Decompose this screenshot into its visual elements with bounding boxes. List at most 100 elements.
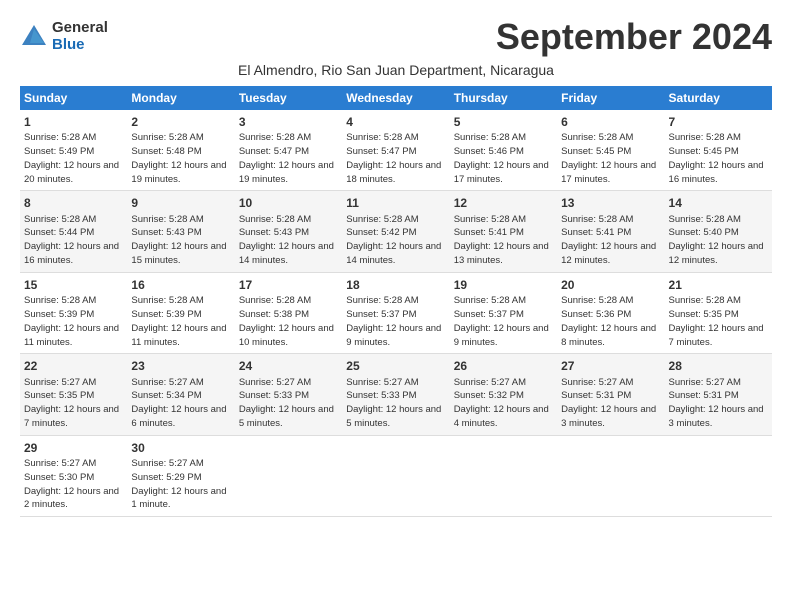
day-number: 19 [454, 277, 553, 293]
day-number: 6 [561, 114, 660, 130]
day-info: Sunrise: 5:28 AMSunset: 5:44 PMDaylight:… [24, 214, 119, 266]
day-number: 25 [346, 358, 445, 374]
day-number: 14 [669, 195, 768, 211]
list-item: 12 Sunrise: 5:28 AMSunset: 5:41 PMDayligh… [450, 191, 557, 272]
day-number: 22 [24, 358, 123, 374]
day-info: Sunrise: 5:28 AMSunset: 5:39 PMDaylight:… [131, 295, 226, 347]
list-item: 27 Sunrise: 5:27 AMSunset: 5:31 PMDayligh… [557, 354, 664, 435]
month-title: September 2024 [496, 16, 772, 58]
day-number: 13 [561, 195, 660, 211]
day-info: Sunrise: 5:28 AMSunset: 5:47 PMDaylight:… [239, 132, 334, 184]
table-row: 15 Sunrise: 5:28 AMSunset: 5:39 PMDayligh… [20, 272, 772, 353]
day-number: 8 [24, 195, 123, 211]
day-info: Sunrise: 5:27 AMSunset: 5:32 PMDaylight:… [454, 377, 549, 429]
day-info: Sunrise: 5:28 AMSunset: 5:40 PMDaylight:… [669, 214, 764, 266]
list-item: 7 Sunrise: 5:28 AMSunset: 5:45 PMDaylight… [665, 110, 772, 191]
day-number: 11 [346, 195, 445, 211]
day-info: Sunrise: 5:27 AMSunset: 5:31 PMDaylight:… [669, 377, 764, 429]
col-tuesday: Tuesday [235, 86, 342, 110]
list-item [450, 435, 557, 516]
col-wednesday: Wednesday [342, 86, 449, 110]
list-item [342, 435, 449, 516]
list-item: 28 Sunrise: 5:27 AMSunset: 5:31 PMDayligh… [665, 354, 772, 435]
list-item: 25 Sunrise: 5:27 AMSunset: 5:33 PMDayligh… [342, 354, 449, 435]
day-number: 1 [24, 114, 123, 130]
day-number: 29 [24, 440, 123, 456]
day-info: Sunrise: 5:28 AMSunset: 5:39 PMDaylight:… [24, 295, 119, 347]
list-item: 29 Sunrise: 5:27 AMSunset: 5:30 PMDayligh… [20, 435, 127, 516]
logo-general: General [52, 20, 108, 37]
calendar-table: Sunday Monday Tuesday Wednesday Thursday… [20, 86, 772, 517]
calendar-header-row: Sunday Monday Tuesday Wednesday Thursday… [20, 86, 772, 110]
list-item: 3Sunrise: 5:28 AMSunset: 5:47 PMDaylight… [235, 110, 342, 191]
list-item: 4 Sunrise: 5:28 AMSunset: 5:47 PMDaylight… [342, 110, 449, 191]
day-number: 15 [24, 277, 123, 293]
day-info: Sunrise: 5:28 AMSunset: 5:38 PMDaylight:… [239, 295, 334, 347]
day-info: Sunrise: 5:28 AMSunset: 5:49 PMDaylight:… [24, 132, 119, 184]
day-info: Sunrise: 5:28 AMSunset: 5:41 PMDaylight:… [454, 214, 549, 266]
day-info: Sunrise: 5:28 AMSunset: 5:47 PMDaylight:… [346, 132, 441, 184]
day-number: 12 [454, 195, 553, 211]
day-number: 27 [561, 358, 660, 374]
logo-icon [20, 23, 48, 51]
list-item: 15 Sunrise: 5:28 AMSunset: 5:39 PMDayligh… [20, 272, 127, 353]
day-number: 18 [346, 277, 445, 293]
header: General Blue September 2024 [20, 16, 772, 58]
col-sunday: Sunday [20, 86, 127, 110]
day-number: 30 [131, 440, 230, 456]
list-item: 11 Sunrise: 5:28 AMSunset: 5:42 PMDayligh… [342, 191, 449, 272]
day-number: 4 [346, 114, 445, 130]
list-item: 6Sunrise: 5:28 AMSunset: 5:45 PMDaylight… [557, 110, 664, 191]
day-number: 26 [454, 358, 553, 374]
list-item: 22 Sunrise: 5:27 AMSunset: 5:35 PMDayligh… [20, 354, 127, 435]
day-info: Sunrise: 5:27 AMSunset: 5:31 PMDaylight:… [561, 377, 656, 429]
list-item: 26 Sunrise: 5:27 AMSunset: 5:32 PMDayligh… [450, 354, 557, 435]
list-item: 5Sunrise: 5:28 AMSunset: 5:46 PMDaylight… [450, 110, 557, 191]
logo-text: General Blue [52, 20, 108, 53]
day-info: Sunrise: 5:28 AMSunset: 5:37 PMDaylight:… [454, 295, 549, 347]
col-monday: Monday [127, 86, 234, 110]
day-info: Sunrise: 5:28 AMSunset: 5:35 PMDaylight:… [669, 295, 764, 347]
day-number: 9 [131, 195, 230, 211]
day-number: 16 [131, 277, 230, 293]
list-item: 23 Sunrise: 5:27 AMSunset: 5:34 PMDayligh… [127, 354, 234, 435]
day-number: 23 [131, 358, 230, 374]
list-item: 13Sunrise: 5:28 AMSunset: 5:41 PMDayligh… [557, 191, 664, 272]
day-info: Sunrise: 5:28 AMSunset: 5:43 PMDaylight:… [239, 214, 334, 266]
list-item: 16 Sunrise: 5:28 AMSunset: 5:39 PMDayligh… [127, 272, 234, 353]
day-info: Sunrise: 5:27 AMSunset: 5:33 PMDaylight:… [239, 377, 334, 429]
subtitle: El Almendro, Rio San Juan Department, Ni… [20, 62, 772, 78]
list-item: 19 Sunrise: 5:28 AMSunset: 5:37 PMDayligh… [450, 272, 557, 353]
day-info: Sunrise: 5:28 AMSunset: 5:48 PMDaylight:… [131, 132, 226, 184]
col-thursday: Thursday [450, 86, 557, 110]
list-item [557, 435, 664, 516]
day-number: 21 [669, 277, 768, 293]
day-info: Sunrise: 5:27 AMSunset: 5:30 PMDaylight:… [24, 458, 119, 510]
list-item: 14 Sunrise: 5:28 AMSunset: 5:40 PMDayligh… [665, 191, 772, 272]
list-item: 9Sunrise: 5:28 AMSunset: 5:43 PMDaylight… [127, 191, 234, 272]
list-item [665, 435, 772, 516]
day-info: Sunrise: 5:28 AMSunset: 5:45 PMDaylight:… [669, 132, 764, 184]
col-saturday: Saturday [665, 86, 772, 110]
day-number: 7 [669, 114, 768, 130]
table-row: 1 Sunrise: 5:28 AMSunset: 5:49 PMDaylight… [20, 110, 772, 191]
day-info: Sunrise: 5:27 AMSunset: 5:33 PMDaylight:… [346, 377, 441, 429]
col-friday: Friday [557, 86, 664, 110]
day-info: Sunrise: 5:28 AMSunset: 5:46 PMDaylight:… [454, 132, 549, 184]
table-row: 29 Sunrise: 5:27 AMSunset: 5:30 PMDayligh… [20, 435, 772, 516]
day-number: 17 [239, 277, 338, 293]
day-number: 10 [239, 195, 338, 211]
day-info: Sunrise: 5:27 AMSunset: 5:34 PMDaylight:… [131, 377, 226, 429]
day-info: Sunrise: 5:27 AMSunset: 5:35 PMDaylight:… [24, 377, 119, 429]
logo: General Blue [20, 20, 108, 53]
list-item: 21 Sunrise: 5:28 AMSunset: 5:35 PMDayligh… [665, 272, 772, 353]
day-info: Sunrise: 5:28 AMSunset: 5:37 PMDaylight:… [346, 295, 441, 347]
list-item: 18 Sunrise: 5:28 AMSunset: 5:37 PMDayligh… [342, 272, 449, 353]
day-info: Sunrise: 5:27 AMSunset: 5:29 PMDaylight:… [131, 458, 226, 510]
list-item: 24Sunrise: 5:27 AMSunset: 5:33 PMDayligh… [235, 354, 342, 435]
day-info: Sunrise: 5:28 AMSunset: 5:42 PMDaylight:… [346, 214, 441, 266]
day-number: 28 [669, 358, 768, 374]
list-item: 8 Sunrise: 5:28 AMSunset: 5:44 PMDaylight… [20, 191, 127, 272]
logo-blue: Blue [52, 37, 108, 54]
list-item [235, 435, 342, 516]
